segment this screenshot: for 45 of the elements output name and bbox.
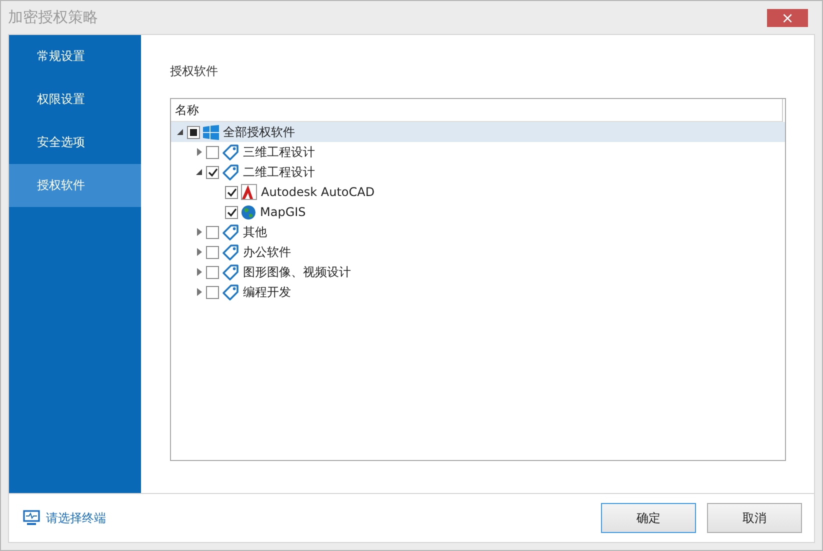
checkbox[interactable]	[206, 226, 219, 238]
tag-icon	[222, 264, 239, 280]
expand-arrow-icon[interactable]	[196, 268, 202, 276]
dialog-button[interactable]: 取消	[707, 503, 802, 533]
checkbox[interactable]	[225, 186, 238, 198]
sidebar-item[interactable]: 常规设置	[9, 35, 141, 78]
collapse-arrow-icon[interactable]	[196, 169, 202, 175]
tree-item[interactable]: 三维工程设计	[243, 144, 315, 160]
tree-item[interactable]: 其他	[243, 224, 267, 240]
checkbox[interactable]	[206, 246, 219, 258]
checkbox[interactable]	[206, 146, 219, 158]
sidebar-item[interactable]: 授权软件	[9, 164, 141, 207]
window-title: 加密授权策略	[8, 8, 98, 27]
tag-icon	[222, 224, 239, 240]
checkbox[interactable]	[206, 286, 219, 298]
tree-item[interactable]: 办公软件	[243, 244, 291, 260]
tree-item[interactable]: 二维工程设计	[243, 164, 315, 180]
tree-item[interactable]: 编程开发	[243, 284, 291, 300]
tag-icon	[222, 144, 239, 160]
tree-item[interactable]: 全部授权软件	[223, 124, 295, 140]
expand-arrow-icon[interactable]	[196, 288, 202, 296]
windows-icon	[203, 124, 219, 140]
tree-item[interactable]: MapGIS	[260, 205, 306, 219]
checkbox[interactable]	[225, 206, 238, 218]
monitor-icon	[23, 510, 40, 526]
tree-item[interactable]: Autodesk AutoCAD	[261, 185, 375, 199]
tree-item[interactable]: 图形图像、视频设计	[243, 264, 351, 280]
collapse-arrow-icon[interactable]	[177, 129, 183, 135]
expand-arrow-icon[interactable]	[196, 148, 202, 156]
close-button[interactable]: ×	[767, 8, 808, 26]
checkbox[interactable]	[206, 166, 219, 178]
tag-icon	[222, 284, 239, 300]
dialog-button[interactable]: 确定	[601, 503, 696, 533]
globe-icon	[241, 204, 256, 220]
tag-icon	[222, 164, 239, 180]
checkbox[interactable]	[187, 126, 200, 138]
section-title: 授权软件	[170, 63, 219, 80]
select-terminal-link[interactable]: 请选择终端	[23, 510, 106, 526]
sidebar-item[interactable]: 安全选项	[9, 121, 141, 164]
tag-icon	[222, 244, 239, 260]
autocad-icon	[241, 184, 257, 200]
sidebar-item[interactable]: 权限设置	[9, 78, 141, 121]
expand-arrow-icon[interactable]	[196, 248, 202, 256]
expand-arrow-icon[interactable]	[196, 228, 202, 236]
checkbox[interactable]	[206, 266, 219, 278]
